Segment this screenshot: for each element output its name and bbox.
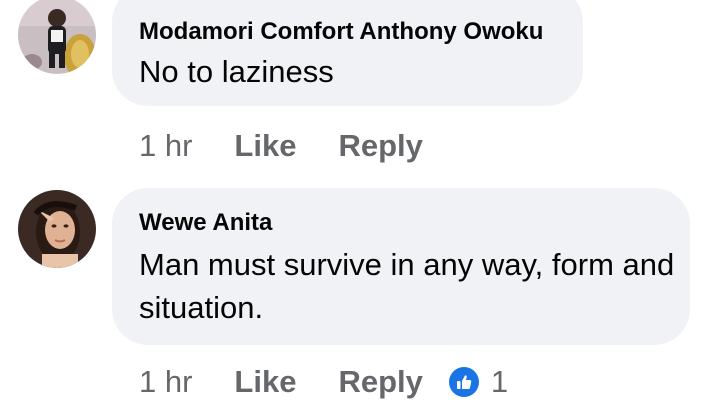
avatar[interactable] (18, 0, 96, 74)
comment-text: Man must survive in any way, form and si… (139, 247, 675, 325)
author-name[interactable]: Modamori Comfort Anthony Owoku (139, 18, 543, 46)
avatar-image (18, 190, 96, 268)
timestamp[interactable]: 1 hr (139, 364, 192, 400)
comment-thread: Modamori Comfort Anthony Owoku No to laz… (0, 0, 711, 403)
comment-bubble: Wewe Anita Man must survive in any way, … (112, 188, 690, 345)
like-button[interactable]: Like (234, 128, 296, 164)
avatar-image (18, 0, 96, 74)
reply-button[interactable]: Reply (338, 364, 422, 400)
timestamp[interactable]: 1 hr (139, 128, 192, 164)
like-button[interactable]: Like (234, 364, 296, 400)
comment-text: No to laziness (139, 54, 334, 89)
reply-button[interactable]: Reply (338, 128, 422, 164)
comment-bubble: Modamori Comfort Anthony Owoku No to laz… (112, 0, 583, 106)
author-name[interactable]: Wewe Anita (139, 209, 272, 237)
reaction-count: 1 (490, 364, 509, 399)
like-reaction-icon (448, 367, 479, 397)
avatar[interactable] (18, 190, 96, 268)
comment-actions: 1 hr Like Reply (139, 126, 423, 166)
comment-actions: 1 hr Like Reply 1 (139, 362, 508, 402)
reactions-summary[interactable]: 1 (448, 364, 509, 400)
